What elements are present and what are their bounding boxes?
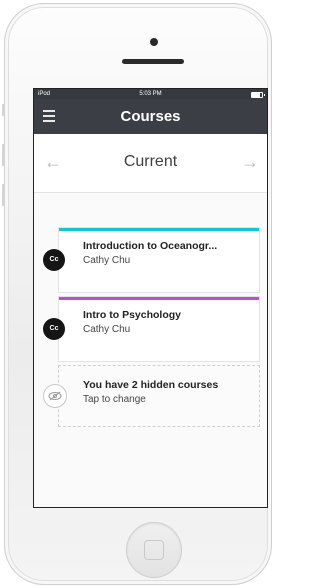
volume-down-button: [2, 184, 5, 206]
course-accent-bar: [59, 297, 259, 300]
eye-slash-icon: [43, 384, 67, 408]
status-time: 5:03 PM: [139, 91, 162, 97]
course-list: Cc Introduction to Oceanogr... Cathy Chu…: [34, 193, 267, 507]
device-screen: iPod 5:03 PM Courses ← Current → Cc Intr…: [33, 88, 268, 508]
earpiece-speaker: [122, 59, 184, 64]
arrow-right-icon[interactable]: →: [241, 153, 259, 171]
course-title: Introduction to Oceanogr...: [83, 240, 218, 252]
front-camera: [150, 38, 158, 46]
home-button[interactable]: [126, 522, 182, 578]
mute-switch: [2, 104, 5, 116]
avatar: Cc: [43, 318, 65, 340]
home-button-icon: [144, 540, 164, 560]
nav-bar: Courses: [34, 99, 267, 134]
term-selector: ← Current →: [34, 134, 267, 193]
course-instructor: Cathy Chu: [83, 255, 131, 266]
hidden-courses-title: You have 2 hidden courses: [83, 379, 219, 391]
battery-icon: [251, 92, 265, 98]
avatar: Cc: [43, 249, 65, 271]
page-title: Courses: [120, 108, 181, 125]
term-label: Current: [123, 153, 178, 170]
hidden-courses-card[interactable]: You have 2 hidden courses Tap to change: [43, 365, 260, 427]
course-accent-bar: [59, 228, 259, 231]
course-instructor: Cathy Chu: [83, 324, 131, 335]
hidden-courses-subtitle: Tap to change: [83, 394, 146, 405]
course-card[interactable]: Cc Intro to Psychology Cathy Chu: [43, 296, 260, 362]
volume-up-button: [2, 144, 5, 166]
course-card[interactable]: Cc Introduction to Oceanogr... Cathy Chu: [43, 227, 260, 293]
status-bar: iPod 5:03 PM: [34, 89, 267, 99]
course-title: Intro to Psychology: [83, 309, 182, 321]
